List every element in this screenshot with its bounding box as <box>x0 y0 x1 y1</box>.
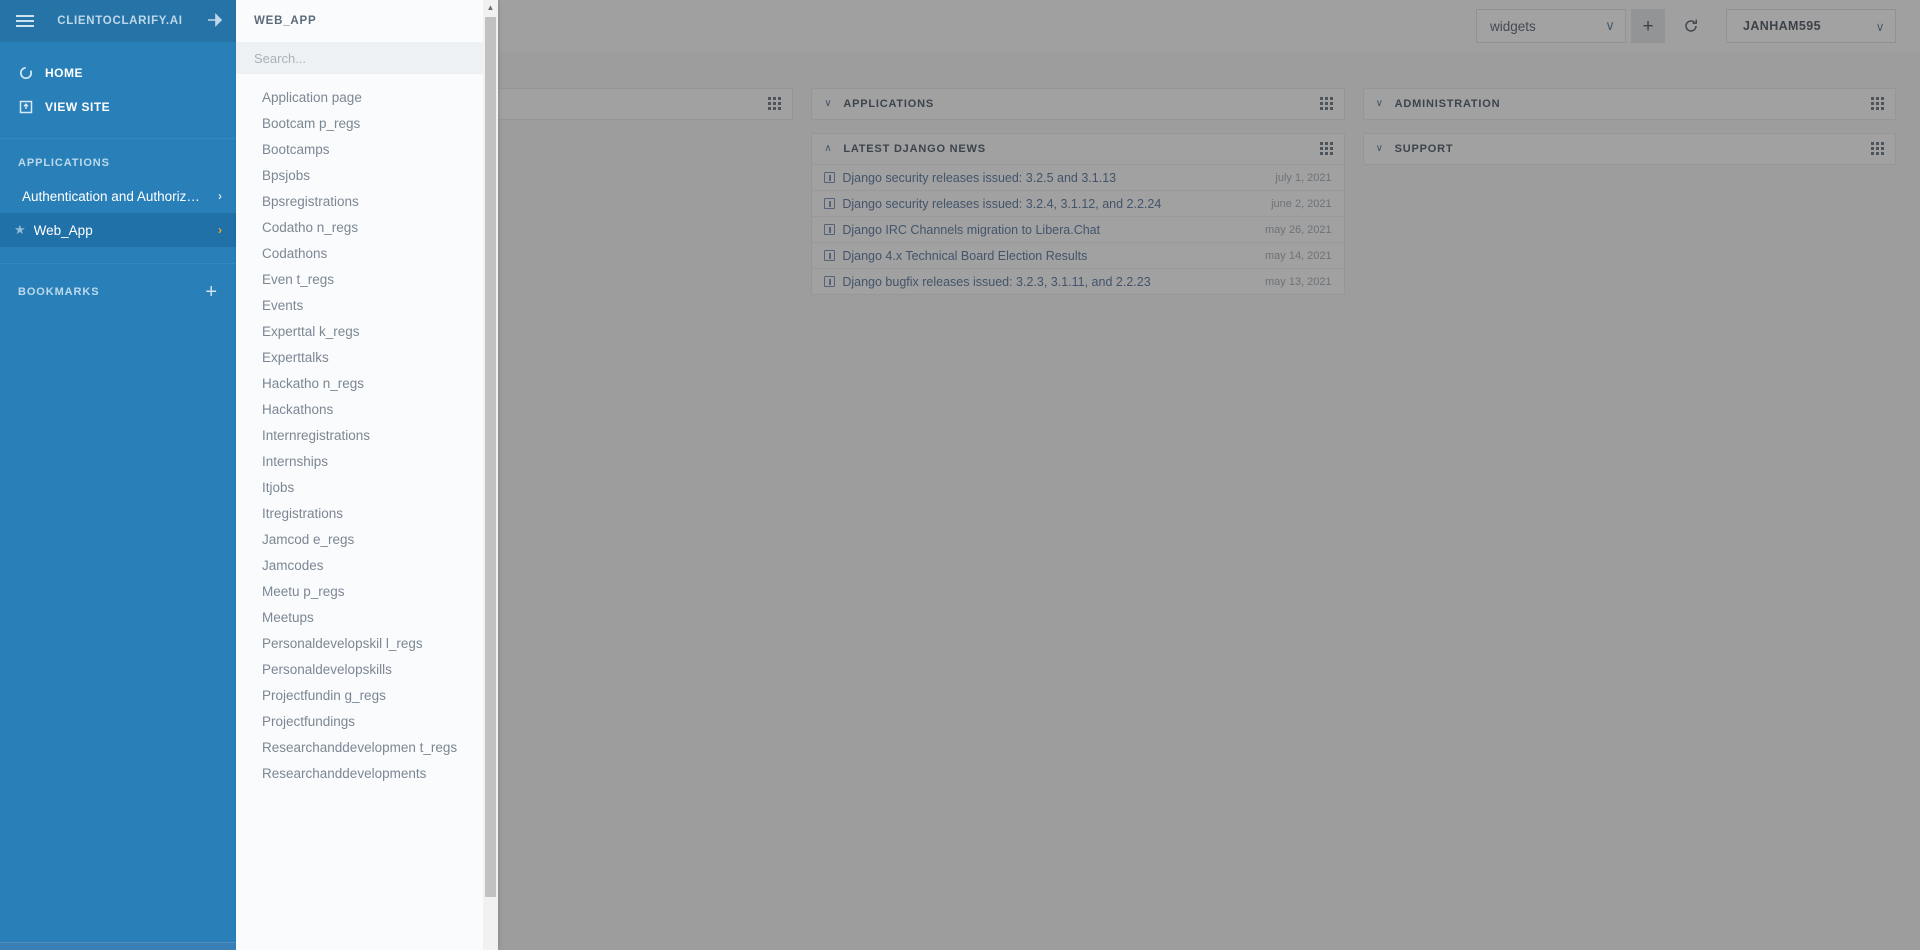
flyout-item[interactable]: Projectfundin g_regs <box>236 682 498 708</box>
flyout-item[interactable]: Bootcam p_regs <box>236 110 498 136</box>
chevron-right-icon: › <box>218 189 222 203</box>
scrollbar-thumb[interactable] <box>485 17 496 897</box>
flyout-title: WEB_APP <box>254 15 317 27</box>
sidebar-section-label: BOOKMARKS <box>18 286 100 298</box>
admin-dashboard-page: widgets ∨ + JANHAM595 ∨ ∨ APPLICATIONS ∧… <box>0 0 1920 950</box>
flyout-item[interactable]: Itjobs <box>236 474 498 500</box>
flyout-item[interactable]: Hackathons <box>236 396 498 422</box>
external-link-icon <box>18 100 33 115</box>
flyout-item[interactable]: Projectfundings <box>236 708 498 734</box>
flyout-item[interactable]: Bpsjobs <box>236 162 498 188</box>
flyout-item[interactable]: Meetu p_regs <box>236 578 498 604</box>
sidebar-item-home[interactable]: HOME <box>0 56 236 90</box>
sidebar-bookmarks-heading: BOOKMARKS + <box>0 264 236 312</box>
flyout-item[interactable]: Itregistrations <box>236 500 498 526</box>
flyout-item[interactable]: Even t_regs <box>236 266 498 292</box>
sidebar-app-label: Authentication and Authoriz… <box>22 188 200 204</box>
sidebar-app-label: Web_App <box>33 222 93 238</box>
flyout-item[interactable]: Events <box>236 292 498 318</box>
flyout-scrollbar[interactable]: ▲ <box>483 0 498 950</box>
flyout-item[interactable]: Bootcamps <box>236 136 498 162</box>
flyout-item[interactable]: Jamcodes <box>236 552 498 578</box>
sidebar-item-label: VIEW SITE <box>45 100 111 114</box>
flyout-item[interactable]: Application page <box>236 84 498 110</box>
flyout-item[interactable]: Personaldevelopskil l_regs <box>236 630 498 656</box>
flyout-item[interactable]: Researchanddevelopments <box>236 760 498 786</box>
flyout-item[interactable]: Experttal k_regs <box>236 318 498 344</box>
flyout-item[interactable]: Researchanddevelopmen t_regs <box>236 734 498 760</box>
sidebar: CLIENTOCLARIFY.AI HOME VIEW SITE APPLICA… <box>0 0 236 950</box>
circle-icon <box>18 66 33 81</box>
sidebar-footer-strip <box>0 942 236 950</box>
sidebar-item-view-site[interactable]: VIEW SITE <box>0 90 236 124</box>
flyout-model-list: Application page Bootcam p_regs Bootcamp… <box>236 74 498 950</box>
hamburger-icon[interactable] <box>16 15 34 27</box>
flyout-item[interactable]: Meetups <box>236 604 498 630</box>
pin-icon[interactable] <box>206 12 223 30</box>
app-flyout-menu: WEB_APP Application page Bootcam p_regs … <box>236 0 498 950</box>
flyout-search[interactable] <box>236 42 498 74</box>
flyout-item[interactable]: Jamcod e_regs <box>236 526 498 552</box>
star-icon[interactable]: ★ <box>14 222 26 238</box>
flyout-item[interactable]: Codathons <box>236 240 498 266</box>
flyout-item[interactable]: Codatho n_regs <box>236 214 498 240</box>
scroll-up-arrow-icon[interactable]: ▲ <box>483 0 498 14</box>
flyout-item[interactable]: Personaldevelopskills <box>236 656 498 682</box>
flyout-item[interactable]: Hackatho n_regs <box>236 370 498 396</box>
sidebar-applications-heading: APPLICATIONS <box>0 139 236 179</box>
search-input[interactable] <box>254 50 480 66</box>
flyout-item[interactable]: Bpsregistrations <box>236 188 498 214</box>
sidebar-app-authentication[interactable]: Authentication and Authoriz… › <box>0 179 236 213</box>
sidebar-nav-group: HOME VIEW SITE <box>0 42 236 138</box>
add-bookmark-button[interactable]: + <box>205 282 218 302</box>
brand-title: CLIENTOCLARIFY.AI <box>57 15 183 27</box>
flyout-item[interactable]: Internregistrations <box>236 422 498 448</box>
sidebar-app-web-app[interactable]: ★ Web_App › <box>0 213 236 247</box>
chevron-right-icon: › <box>218 223 222 237</box>
flyout-item[interactable]: Experttalks <box>236 344 498 370</box>
sidebar-header: CLIENTOCLARIFY.AI <box>0 0 236 42</box>
flyout-item[interactable]: Internships <box>236 448 498 474</box>
sidebar-section-label: APPLICATIONS <box>18 157 110 169</box>
sidebar-item-label: HOME <box>45 66 83 80</box>
